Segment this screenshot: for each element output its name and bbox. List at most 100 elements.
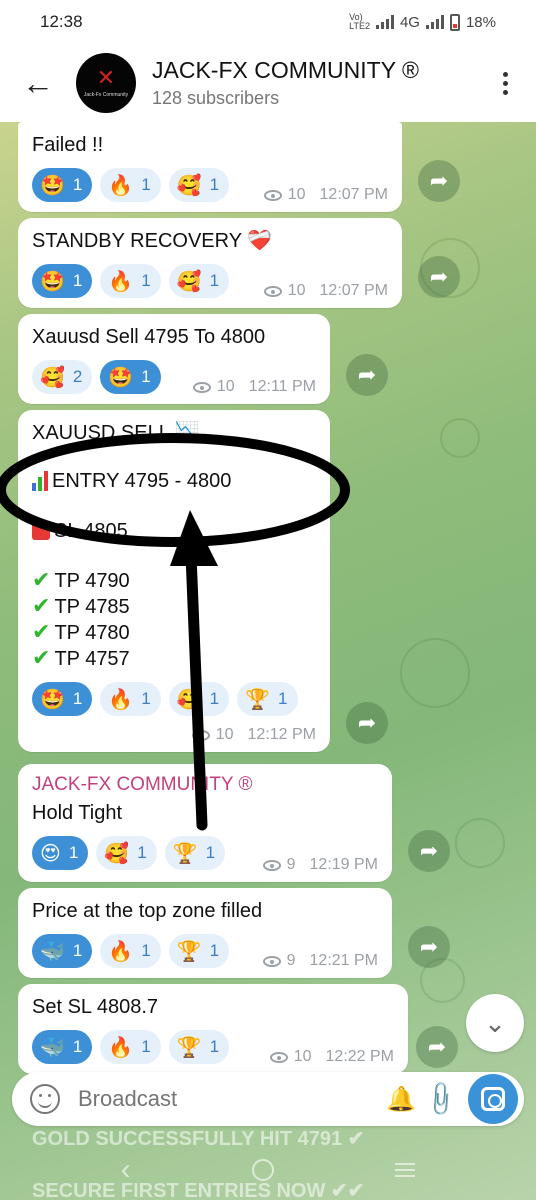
entry-line: ENTRY 4795 - 4800 xyxy=(32,468,316,494)
reaction-count: 2 xyxy=(72,367,83,386)
camera-icon xyxy=(481,1087,505,1111)
reaction-chip[interactable]: 🥰 2 xyxy=(32,360,93,394)
channel-title: JACK-FX COMMUNITY ® xyxy=(152,57,419,83)
trophy-icon: 🏆 xyxy=(245,687,271,711)
stop-loss-text: SL 4805 xyxy=(54,520,128,542)
message-text: STANDBY RECOVERY ❤️‍🩹 xyxy=(32,230,273,252)
whale-icon: 🐳 xyxy=(40,939,65,963)
reaction-chip[interactable]: 🥰 1 xyxy=(168,168,230,202)
avatar[interactable]: ✕ Jack-Fx Community xyxy=(76,53,136,113)
reaction-count: 1 xyxy=(205,843,216,862)
reaction-bar: 🤩 1 🔥 1 🥰 1 🏆 1 xyxy=(32,682,316,716)
reaction-chip[interactable]: 🤩 1 xyxy=(100,360,161,394)
reaction-chip[interactable]: 🔥 1 xyxy=(100,264,161,298)
message-meta: 10 12:12 PM xyxy=(191,726,316,744)
message-text: Set SL 4808.7 xyxy=(32,996,159,1018)
network-type: 4G xyxy=(399,13,420,31)
nav-recents-icon[interactable] xyxy=(395,1163,416,1177)
views-icon xyxy=(191,729,210,741)
reaction-chip[interactable]: 🏆 1 xyxy=(164,836,226,870)
trade-signal-message[interactable]: XAUUSD SELL 📉 ENTRY 4795 - 4800 SL 4805 … xyxy=(18,410,330,752)
smiling-hearts-icon: 🥰 xyxy=(176,173,202,197)
reaction-chip[interactable]: 🏆 1 xyxy=(237,682,298,716)
signal-icon xyxy=(375,15,394,29)
attach-icon[interactable]: 📎 xyxy=(421,1079,462,1120)
message-bubble[interactable]: Failed !! 🤩 1 🔥 1 🥰 1 10 12:07 PM xyxy=(18,122,402,212)
smiling-hearts-icon: 🥰 xyxy=(176,269,202,293)
battery-percent: 18% xyxy=(465,13,496,31)
back-arrow-icon[interactable]: ← xyxy=(16,61,60,105)
view-count: 9 xyxy=(286,952,296,969)
reaction-chip[interactable]: 🥰 1 xyxy=(168,682,230,716)
smiling-hearts-icon: 🥰 xyxy=(40,365,65,389)
tp-text: TP 4757 xyxy=(54,648,130,670)
reaction-count: 1 xyxy=(209,1037,220,1056)
nav-home-icon[interactable] xyxy=(251,1159,274,1181)
share-icon[interactable]: ➦ xyxy=(346,354,388,396)
reaction-chip[interactable]: 🐳 1 xyxy=(32,934,93,968)
reaction-count: 1 xyxy=(141,941,151,960)
message-time: 12:11 PM xyxy=(248,378,316,395)
tp-text: TP 4790 xyxy=(54,570,130,592)
reaction-chip[interactable]: 🔥 1 xyxy=(100,1030,161,1064)
view-count: 10 xyxy=(287,186,306,203)
share-icon[interactable]: ➦ xyxy=(346,702,388,744)
composer-bar: 🔔 📎 xyxy=(12,1072,524,1126)
fire-icon: 🔥 xyxy=(108,269,134,293)
reaction-count: 1 xyxy=(72,689,83,708)
reaction-chip[interactable]: 🔥 1 xyxy=(100,168,161,202)
reaction-chip[interactable]: 🏆 1 xyxy=(168,934,230,968)
nav-back-icon[interactable]: ‹ xyxy=(121,1153,131,1187)
reaction-count: 1 xyxy=(72,941,83,960)
share-icon[interactable]: ➦ xyxy=(408,830,450,872)
views-icon xyxy=(262,859,281,871)
camera-button[interactable] xyxy=(468,1074,518,1124)
share-icon[interactable]: ➦ xyxy=(408,926,450,968)
signal-title: XAUUSD SELL 📉 xyxy=(32,422,200,444)
share-icon[interactable]: ➦ xyxy=(418,160,460,202)
star-struck-icon: 🤩 xyxy=(108,365,134,389)
tp-line: ✔ TP 4757 xyxy=(32,646,316,672)
message-time: 12:22 PM xyxy=(325,1048,394,1065)
reaction-chip[interactable]: 🥰 1 xyxy=(168,264,230,298)
view-count: 10 xyxy=(215,726,234,743)
message-meta: 10 12:07 PM xyxy=(263,282,388,300)
bell-icon[interactable]: 🔔 xyxy=(386,1085,416,1113)
reaction-chip[interactable]: 🤩 1 xyxy=(32,682,93,716)
emoji-icon[interactable] xyxy=(30,1084,60,1114)
fire-icon: 🔥 xyxy=(108,173,134,197)
volte-icon: Vo) LTE2 xyxy=(349,12,370,31)
check-mark-icon: ✔ xyxy=(32,568,51,593)
reaction-chip[interactable]: 😍 1 xyxy=(32,836,89,870)
system-nav-bar: ‹ xyxy=(0,1140,536,1200)
check-mark-icon: ✔ xyxy=(32,594,51,619)
reaction-chip[interactable]: 🤩 1 xyxy=(32,264,93,298)
channel-info[interactable]: JACK-FX COMMUNITY ® 128 subscribers xyxy=(152,57,490,109)
share-icon[interactable]: ➦ xyxy=(418,256,460,298)
smiling-hearts-icon: 🥰 xyxy=(104,841,130,865)
reaction-chip[interactable]: 🏆 1 xyxy=(168,1030,230,1064)
status-icons: Vo) LTE2 4G 18% xyxy=(349,13,496,31)
reaction-chip[interactable]: 🥰 1 xyxy=(96,836,157,870)
message-bubble[interactable]: STANDBY RECOVERY ❤️‍🩹 🤩 1 🔥 1 🥰 1 10 12:07 P… xyxy=(18,218,402,308)
reaction-chip[interactable]: 🔥 1 xyxy=(100,934,161,968)
reaction-chip[interactable]: 🤩 1 xyxy=(32,168,93,202)
message-bubble[interactable]: Price at the top zone filled 🐳 1 🔥 1 🏆 1 91… xyxy=(18,888,392,978)
reaction-chip[interactable]: 🔥 1 xyxy=(100,682,161,716)
scroll-down-button[interactable]: ⌄ xyxy=(466,994,524,1052)
message-bubble[interactable]: Xauusd Sell 4795 To 4800 🥰 2 🤩 1 10 12:11 P… xyxy=(18,314,330,404)
message-bubble[interactable]: JACK-FX COMMUNITY ® Hold Tight 😍 1 🥰 1 🏆 1 … xyxy=(18,764,392,882)
share-icon[interactable]: ➦ xyxy=(416,1026,458,1068)
reaction-count: 1 xyxy=(72,271,83,290)
message-author[interactable]: JACK-FX COMMUNITY ® xyxy=(32,774,378,796)
message-bubble[interactable]: Set SL 4808.7 🐳 1 🔥 1 🏆 1 10 12:22 PM xyxy=(18,984,408,1074)
trophy-icon: 🏆 xyxy=(172,841,198,865)
more-options-icon[interactable] xyxy=(490,61,520,105)
message-time: 12:07 PM xyxy=(319,186,388,203)
reaction-chip[interactable]: 🐳 1 xyxy=(32,1030,93,1064)
fire-icon: 🔥 xyxy=(108,1035,134,1059)
check-mark-icon: ✔ xyxy=(32,620,51,645)
status-time: 12:38 xyxy=(40,12,83,31)
broadcast-input[interactable] xyxy=(78,1086,374,1112)
views-icon xyxy=(262,955,281,967)
